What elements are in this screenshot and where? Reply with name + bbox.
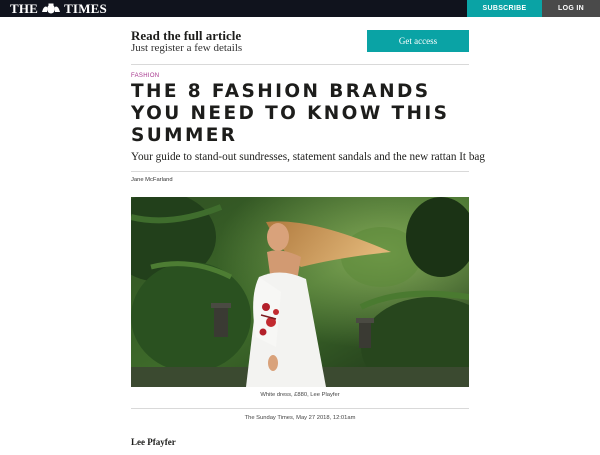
subscribe-button[interactable]: SUBSCRIBE [467, 0, 542, 17]
logo-text-left: THE [10, 0, 39, 16]
logo-text-right: TIMES [64, 0, 107, 16]
top-bar: THE TIMES SUBSCRIBE LOG IN [0, 0, 600, 17]
login-button[interactable]: LOG IN [542, 0, 600, 17]
divider [131, 64, 469, 65]
article-dateline: The Sunday Times, May 27 2018, 12:01am [244, 415, 356, 421]
section-label[interactable]: FASHION [131, 73, 159, 79]
article-headline: THE 8 FASHION BRANDS YOU NEED TO KNOW TH… [131, 81, 450, 146]
article-standfirst: Your guide to stand-out sundresses, stat… [131, 151, 485, 163]
divider [131, 408, 469, 409]
hero-photo-illustration [131, 197, 469, 387]
get-access-button[interactable]: Get access [367, 30, 469, 52]
times-logo[interactable]: THE TIMES [10, 1, 107, 16]
image-caption: White dress, £880, Lee Playfer [260, 392, 340, 398]
divider [131, 171, 469, 172]
article-byline: Lee Pfayfer [131, 437, 176, 447]
royal-crest-icon [42, 3, 61, 14]
article-hero-image [131, 197, 469, 387]
author-name[interactable]: Jane McFarland [131, 177, 173, 183]
register-banner-subtitle: Just register a few details [131, 42, 243, 54]
